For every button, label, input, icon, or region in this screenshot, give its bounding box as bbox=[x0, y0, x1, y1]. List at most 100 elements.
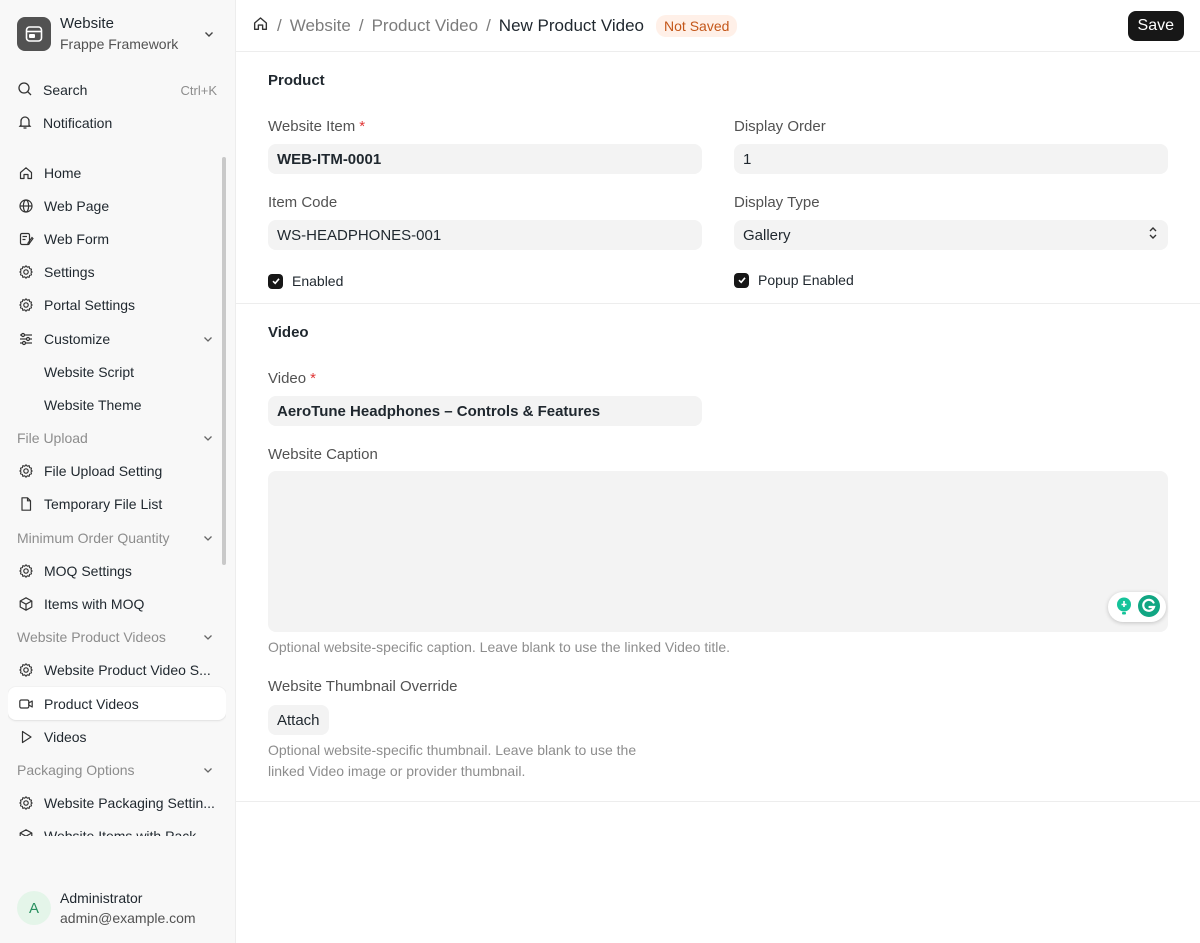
box-icon bbox=[18, 828, 34, 836]
chevron-down-icon bbox=[200, 629, 216, 645]
section-title-video: Video bbox=[268, 324, 309, 341]
sidebar-item-settings[interactable]: Settings bbox=[8, 256, 226, 289]
notification-button[interactable]: Notification bbox=[8, 108, 226, 138]
sidebar-item-web-form[interactable]: Web Form bbox=[8, 222, 226, 255]
sidebar-item-label: Website Packaging Settin... bbox=[44, 795, 215, 812]
gear-icon bbox=[18, 297, 34, 313]
sidebar-group-minimum-order-quantity[interactable]: Minimum Order Quantity bbox=[8, 521, 226, 554]
chevron-down-icon bbox=[200, 762, 216, 778]
sidebar-item-label: Customize bbox=[44, 330, 111, 347]
sidebar-item-portal-settings[interactable]: Portal Settings bbox=[8, 289, 226, 322]
display-order-label: Display Order bbox=[734, 118, 826, 135]
item-code-input[interactable]: WS-HEADPHONES-001 bbox=[268, 220, 702, 250]
sidebar-item-label: Web Form bbox=[44, 230, 110, 247]
display-type-value: Gallery bbox=[743, 226, 791, 244]
notification-label: Notification bbox=[43, 115, 113, 131]
home-icon[interactable] bbox=[252, 15, 269, 37]
sidebar-item-label: Website Script bbox=[44, 363, 134, 380]
breadcrumb-separator: / bbox=[358, 15, 364, 35]
sidebar-item-website-packaging-settin[interactable]: Website Packaging Settin... bbox=[8, 787, 226, 820]
sidebar-item-label: Items with MOQ bbox=[44, 596, 145, 613]
checkmark-icon bbox=[268, 273, 283, 289]
sidebar-item-label: Product Videos bbox=[44, 695, 139, 712]
sidebar-group-website-product-videos[interactable]: Website Product Videos bbox=[8, 621, 226, 654]
thumbnail-override-label: Website Thumbnail Override bbox=[268, 678, 458, 695]
website-item-label: Website Item * bbox=[268, 118, 366, 135]
home-icon bbox=[18, 165, 34, 181]
thumbnail-help-text: Optional website-specific thumbnail. Lea… bbox=[268, 742, 637, 779]
gear-icon bbox=[18, 662, 34, 678]
item-code-label: Item Code bbox=[268, 194, 338, 211]
search-button[interactable]: Search Ctrl+K bbox=[8, 75, 226, 105]
bell-icon bbox=[17, 114, 33, 133]
sidebar-item-label: Temporary File List bbox=[44, 496, 163, 513]
enabled-checkbox[interactable]: Enabled bbox=[268, 273, 343, 289]
popup-enabled-checkbox[interactable]: Popup Enabled bbox=[734, 272, 854, 288]
required-marker: * bbox=[359, 118, 366, 135]
sidebar-group-packaging-options[interactable]: Packaging Options bbox=[8, 753, 226, 786]
product-section: Product Website Item * WEB-ITM-0001 Displ… bbox=[236, 52, 1200, 304]
breadcrumb-product-video[interactable]: Product Video bbox=[372, 16, 478, 36]
display-type-label: Display Type bbox=[734, 194, 820, 211]
workspace-subtitle: Frappe Framework bbox=[60, 36, 179, 52]
breadcrumb-separator: / bbox=[486, 15, 491, 35]
page-title: New Product Video bbox=[498, 15, 645, 35]
sliders-icon bbox=[18, 331, 34, 347]
chevron-down-icon bbox=[201, 26, 217, 42]
attach-button[interactable]: Attach bbox=[268, 705, 329, 735]
website-caption-textarea[interactable] bbox=[268, 471, 1168, 632]
breadcrumb: / Website / Product Video / New Product … bbox=[252, 15, 644, 37]
play-icon bbox=[18, 729, 34, 745]
sidebar-scrollbar[interactable] bbox=[222, 157, 226, 565]
sidebar-item-label: Website Product Video S... bbox=[44, 662, 211, 679]
breadcrumb-website[interactable]: Website bbox=[290, 16, 351, 36]
sidebar-item-temporary-file-list[interactable]: Temporary File List bbox=[8, 488, 226, 521]
sidebar-item-website-theme[interactable]: Website Theme bbox=[8, 388, 226, 421]
avatar: A bbox=[17, 891, 51, 925]
sidebar-item-label: Settings bbox=[44, 264, 95, 281]
caption-help-text: Optional website-specific caption. Leave… bbox=[268, 639, 731, 655]
gear-icon bbox=[18, 264, 34, 280]
sidebar-item-label: Videos bbox=[44, 728, 87, 745]
save-button[interactable]: Save bbox=[1127, 10, 1184, 41]
required-marker: * bbox=[310, 370, 316, 387]
grammarly-widget[interactable] bbox=[1108, 592, 1166, 622]
sidebar-item-product-videos[interactable]: Product Videos bbox=[8, 687, 226, 721]
website-item-input[interactable]: WEB-ITM-0001 bbox=[268, 144, 702, 174]
video-input[interactable]: AeroTune Headphones – Controls & Feature… bbox=[268, 396, 702, 426]
sidebar-group-file-upload[interactable]: File Upload bbox=[8, 422, 226, 455]
user-menu[interactable]: A Administrator admin@example.com bbox=[8, 880, 226, 936]
display-type-select[interactable]: Gallery bbox=[734, 220, 1168, 250]
sidebar-item-website-product-video-s[interactable]: Website Product Video S... bbox=[8, 654, 226, 687]
sidebar-item-items-with-moq[interactable]: Items with MOQ bbox=[8, 587, 226, 620]
workspace-switcher[interactable]: Website Frappe Framework bbox=[8, 8, 226, 60]
sidebar-item-file-upload-setting[interactable]: File Upload Setting bbox=[8, 455, 226, 488]
sidebar-item-label: Website Product Videos bbox=[17, 629, 166, 646]
gear-icon bbox=[18, 563, 34, 579]
sidebar-item-moq-settings[interactable]: MOQ Settings bbox=[8, 554, 226, 587]
sidebar-item-website-items-with-pack[interactable]: Website Items with Pack... bbox=[8, 820, 226, 836]
sidebar-item-label: Portal Settings bbox=[44, 297, 136, 314]
sidebar-item-customize[interactable]: Customize bbox=[8, 322, 226, 355]
select-arrows-icon bbox=[1147, 226, 1159, 244]
video-label: Video * bbox=[268, 370, 316, 387]
sidebar-item-videos[interactable]: Videos bbox=[8, 720, 226, 753]
section-title-product: Product bbox=[268, 72, 325, 89]
sidebar-item-website-script[interactable]: Website Script bbox=[8, 355, 226, 388]
workspace-title: Website bbox=[60, 15, 114, 32]
form-icon bbox=[18, 231, 34, 247]
checkmark-icon bbox=[734, 272, 749, 288]
chevron-down-icon bbox=[200, 430, 216, 446]
lightbulb-icon bbox=[1114, 596, 1134, 619]
search-shortcut: Ctrl+K bbox=[180, 82, 217, 98]
gear-icon bbox=[18, 463, 34, 479]
sidebar-item-home[interactable]: Home bbox=[8, 156, 226, 189]
user-name: Administrator bbox=[60, 890, 143, 906]
sidebar-item-label: Website Items with Pack... bbox=[44, 828, 216, 836]
status-badge: Not Saved bbox=[656, 14, 738, 37]
sidebar-item-web-page[interactable]: Web Page bbox=[8, 189, 226, 222]
website-caption-label: Website Caption bbox=[268, 446, 378, 463]
page-header: / Website / Product Video / New Product … bbox=[236, 0, 1200, 52]
video-icon bbox=[18, 696, 34, 712]
display-order-input[interactable]: 1 bbox=[734, 144, 1168, 174]
